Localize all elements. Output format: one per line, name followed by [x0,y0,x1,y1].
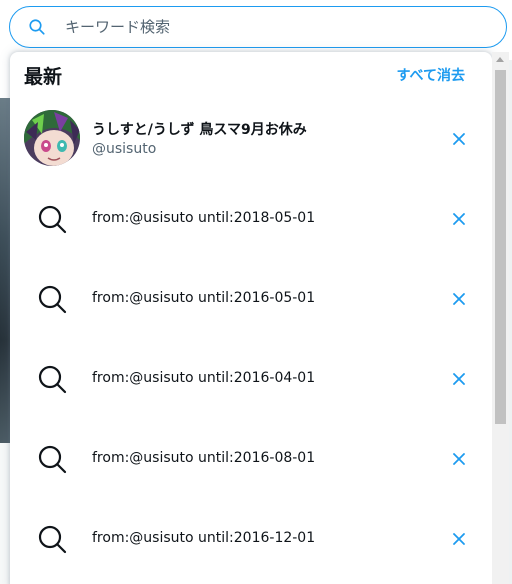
recent-searches-dropdown: 最新 すべて消去 うしすと/うしず 鳥スマ9月お休み @usisuto from… [10,52,492,584]
recent-search-query: from:@usisuto until:2016-04-01 [92,370,316,386]
recent-search-item[interactable]: from:@usisuto until:2016-04-01 [10,339,492,419]
recent-search-item[interactable]: from:@usisuto until:2016-08-01 [10,419,492,499]
background-page-peek-lower [0,443,10,584]
remove-recent-search-button[interactable] [449,369,469,389]
scroll-up-arrow-icon[interactable] [496,57,504,62]
close-icon [453,533,465,545]
remove-recent-search-button[interactable] [449,529,469,549]
clear-all-button[interactable]: すべて消去 [397,65,465,85]
search-icon [37,284,67,314]
recent-search-query: from:@usisuto until:2016-08-01 [92,450,316,466]
remove-recent-search-button[interactable] [449,209,469,229]
scrollbar-thumb[interactable] [495,70,506,424]
recent-search-query: from:@usisuto until:2016-12-01 [92,530,316,546]
recent-search-item[interactable]: from:@usisuto until:2018-05-01 [10,179,492,259]
dropdown-title: 最新 [24,66,63,88]
recent-search-query: from:@usisuto until:2016-05-01 [92,290,316,306]
remove-recent-user-button[interactable] [449,129,469,149]
search-icon [37,524,67,554]
close-icon [453,133,465,145]
background-page-peek [0,98,10,443]
recent-user-display-name: うしすと/うしず 鳥スマ9月お休み [92,122,307,138]
remove-recent-search-button[interactable] [449,449,469,469]
recent-user-item[interactable]: うしすと/うしず 鳥スマ9月お休み @usisuto [10,104,492,184]
close-icon [453,453,465,465]
search-input[interactable] [63,17,447,37]
recent-user-handle: @usisuto [92,141,157,157]
close-icon [453,373,465,385]
search-icon [37,204,67,234]
recent-search-item[interactable]: from:@usisuto until:2016-05-01 [10,259,492,339]
close-icon [453,293,465,305]
search-icon [37,444,67,474]
search-icon [37,364,67,394]
avatar [24,110,80,166]
page: 最新 すべて消去 [0,0,512,584]
dropdown-scrollbar[interactable] [492,52,509,584]
dropdown-header: 最新 すべて消去 [10,52,492,98]
recent-search-query: from:@usisuto until:2018-05-01 [92,210,316,226]
recent-search-item[interactable]: from:@usisuto until:2016-12-01 [10,499,492,579]
remove-recent-search-button[interactable] [449,289,469,309]
search-icon [27,17,47,37]
close-icon [453,213,465,225]
search-bar[interactable] [9,6,507,48]
